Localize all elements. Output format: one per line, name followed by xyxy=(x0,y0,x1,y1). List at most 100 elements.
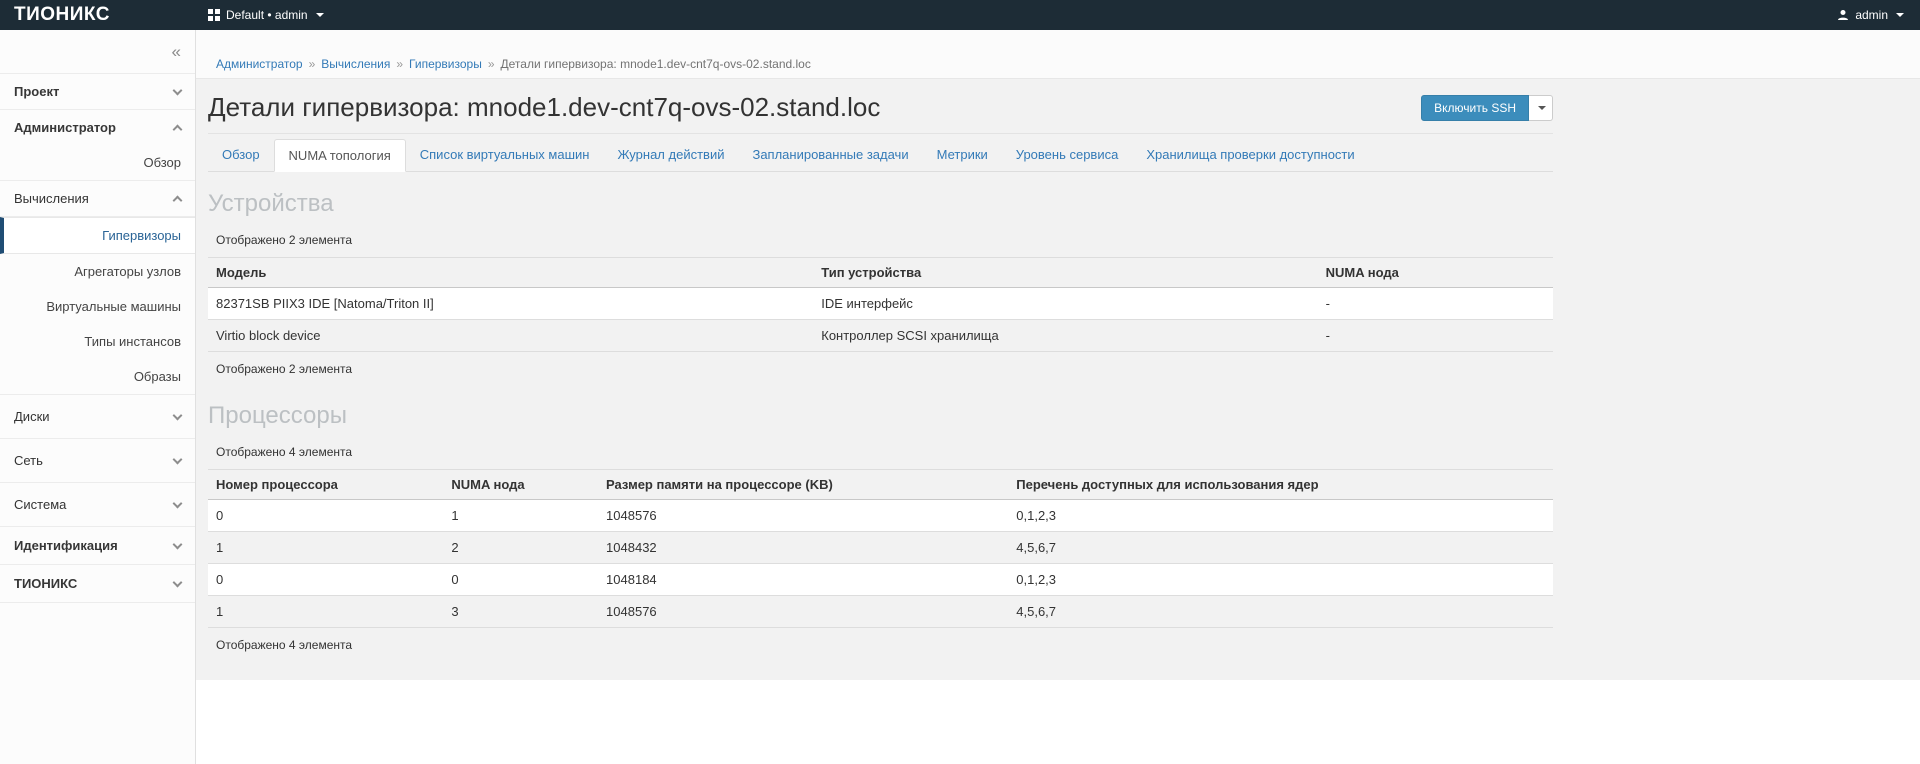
sidebar-item-label: Система xyxy=(14,497,66,512)
brand-logo[interactable]: ТИОНИКС xyxy=(0,4,196,26)
breadcrumb-link-compute[interactable]: Вычисления xyxy=(321,57,390,71)
chevron-up-icon xyxy=(173,124,183,134)
tab-metrics[interactable]: Метрики xyxy=(923,139,1002,171)
caret-down-icon xyxy=(1538,106,1546,110)
column-header-model: Модель xyxy=(208,258,813,288)
page-title: Детали гипервизора: mnode1.dev-cnt7q-ovs… xyxy=(208,92,880,123)
devices-count-top: Отображено 2 элемента xyxy=(216,233,1553,247)
table-row: 0 0 1048184 0,1,2,3 xyxy=(208,564,1553,596)
sidebar-item-admin[interactable]: Администратор xyxy=(0,110,195,145)
chevron-down-icon xyxy=(173,454,183,464)
chevron-down-icon xyxy=(173,498,183,508)
caret-down-icon xyxy=(1896,13,1904,17)
tab-overview[interactable]: Обзор xyxy=(208,139,274,171)
user-menu[interactable]: admin xyxy=(1837,8,1920,22)
cell-device-type: IDE интерфейс xyxy=(813,288,1317,320)
cell-memory-size: 1048576 xyxy=(598,500,1008,532)
table-row: 1 2 1048432 4,5,6,7 xyxy=(208,532,1553,564)
page-content: Детали гипервизора: mnode1.dev-cnt7q-ovs… xyxy=(196,79,1920,680)
user-name-label: admin xyxy=(1855,8,1888,22)
ssh-button-group: Включить SSH xyxy=(1421,95,1553,121)
cell-cpu-number: 1 xyxy=(208,596,443,628)
table-row: Virtio block device Контроллер SCSI хран… xyxy=(208,320,1553,352)
enable-ssh-button[interactable]: Включить SSH xyxy=(1421,95,1529,121)
ssh-dropdown-toggle[interactable] xyxy=(1529,95,1553,121)
collapse-sidebar-icon: « xyxy=(172,42,181,62)
column-header-device-type: Тип устройства xyxy=(813,258,1317,288)
column-header-memory-size: Размер памяти на процессоре (KB) xyxy=(598,470,1008,500)
sidebar-item-images[interactable]: Образы xyxy=(0,359,195,395)
column-header-cpu-number: Номер процессора xyxy=(208,470,443,500)
cell-numa-node: - xyxy=(1318,320,1553,352)
cell-memory-size: 1048432 xyxy=(598,532,1008,564)
sidebar-item-project[interactable]: Проект xyxy=(0,74,195,110)
context-label: Default • admin xyxy=(226,8,308,22)
chevron-down-icon xyxy=(173,577,183,587)
sidebar-item-instances[interactable]: Виртуальные машины xyxy=(0,289,195,324)
caret-down-icon xyxy=(316,13,324,17)
devices-table: Модель Тип устройства NUMA нода 82371SB … xyxy=(208,257,1553,352)
table-header-row: Номер процессора NUMA нода Размер памяти… xyxy=(208,470,1553,500)
tab-numa-topology[interactable]: NUMA топология xyxy=(274,139,406,172)
user-icon xyxy=(1837,9,1849,21)
breadcrumb-separator: » xyxy=(309,57,316,71)
main-area: Администратор » Вычисления » Гипервизоры… xyxy=(196,30,1920,764)
breadcrumb: Администратор » Вычисления » Гипервизоры… xyxy=(196,30,1920,79)
sidebar-item-label: Обзор xyxy=(143,155,181,170)
devices-count-bottom: Отображено 2 элемента xyxy=(216,362,1553,376)
cell-available-cores: 4,5,6,7 xyxy=(1008,532,1553,564)
sidebar-item-label: Проект xyxy=(14,84,59,99)
tab-action-log[interactable]: Журнал действий xyxy=(603,139,738,171)
projects-grid-icon xyxy=(208,9,220,21)
cell-numa-node: 2 xyxy=(443,532,598,564)
sidebar-item-label: Типы инстансов xyxy=(84,334,181,349)
top-header: ТИОНИКС Default • admin admin xyxy=(0,0,1920,30)
tab-scheduled-tasks[interactable]: Запланированные задачи xyxy=(738,139,922,171)
sidebar-item-overview[interactable]: Обзор xyxy=(0,145,195,181)
cell-memory-size: 1048576 xyxy=(598,596,1008,628)
chevron-down-icon xyxy=(173,85,183,95)
tab-bar: Обзор NUMA топология Список виртуальных … xyxy=(208,139,1553,172)
breadcrumb-link-hypervisors[interactable]: Гипервизоры xyxy=(409,57,482,71)
table-row: 82371SB PIIX3 IDE [Natoma/Triton II] IDE… xyxy=(208,288,1553,320)
column-header-available-cores: Перечень доступных для использования яде… xyxy=(1008,470,1553,500)
sidebar-item-flavors[interactable]: Типы инстансов xyxy=(0,324,195,359)
sidebar-item-label: Гипервизоры xyxy=(102,228,181,243)
sidebar-item-identity[interactable]: Идентификация xyxy=(0,527,195,565)
cell-memory-size: 1048184 xyxy=(598,564,1008,596)
tab-instances-list[interactable]: Список виртуальных машин xyxy=(406,139,604,171)
tab-service-level[interactable]: Уровень сервиса xyxy=(1002,139,1133,171)
breadcrumb-separator: » xyxy=(396,57,403,71)
chevron-down-icon xyxy=(173,410,183,420)
cell-available-cores: 4,5,6,7 xyxy=(1008,596,1553,628)
tab-availability-storages[interactable]: Хранилища проверки доступности xyxy=(1132,139,1368,171)
sidebar-item-tionix[interactable]: ТИОНИКС xyxy=(0,565,195,603)
cell-cpu-number: 0 xyxy=(208,500,443,532)
processors-count-top: Отображено 4 элемента xyxy=(216,445,1553,459)
sidebar-item-compute[interactable]: Вычисления xyxy=(0,181,195,217)
sidebar-item-label: Вычисления xyxy=(14,191,89,206)
column-header-numa-node: NUMA нода xyxy=(443,470,598,500)
project-context-switcher[interactable]: Default • admin xyxy=(196,8,324,22)
cell-model: 82371SB PIIX3 IDE [Natoma/Triton II] xyxy=(208,288,813,320)
sidebar-item-network[interactable]: Сеть xyxy=(0,439,195,483)
sidebar-item-label: Образы xyxy=(134,369,181,384)
processors-section-heading: Процессоры xyxy=(208,402,1553,430)
table-row: 1 3 1048576 4,5,6,7 xyxy=(208,596,1553,628)
processors-count-bottom: Отображено 4 элемента xyxy=(216,638,1553,652)
sidebar-item-system[interactable]: Система xyxy=(0,483,195,527)
sidebar-item-hypervisors[interactable]: Гипервизоры xyxy=(0,217,195,254)
sidebar-item-volumes[interactable]: Диски xyxy=(0,395,195,439)
page-header: Детали гипервизора: mnode1.dev-cnt7q-ovs… xyxy=(208,92,1553,134)
sidebar-collapse-button[interactable]: « xyxy=(0,30,195,74)
cell-numa-node: 3 xyxy=(443,596,598,628)
cell-numa-node: 0 xyxy=(443,564,598,596)
cell-numa-node: - xyxy=(1318,288,1553,320)
cell-device-type: Контроллер SCSI хранилища xyxy=(813,320,1317,352)
cell-model: Virtio block device xyxy=(208,320,813,352)
sidebar-item-host-aggregates[interactable]: Агрегаторы узлов xyxy=(0,254,195,289)
processors-table: Номер процессора NUMA нода Размер памяти… xyxy=(208,469,1553,628)
cell-numa-node: 1 xyxy=(443,500,598,532)
breadcrumb-link-admin[interactable]: Администратор xyxy=(216,57,303,71)
sidebar: « Проект Администратор Обзор Вычисления … xyxy=(0,30,196,764)
